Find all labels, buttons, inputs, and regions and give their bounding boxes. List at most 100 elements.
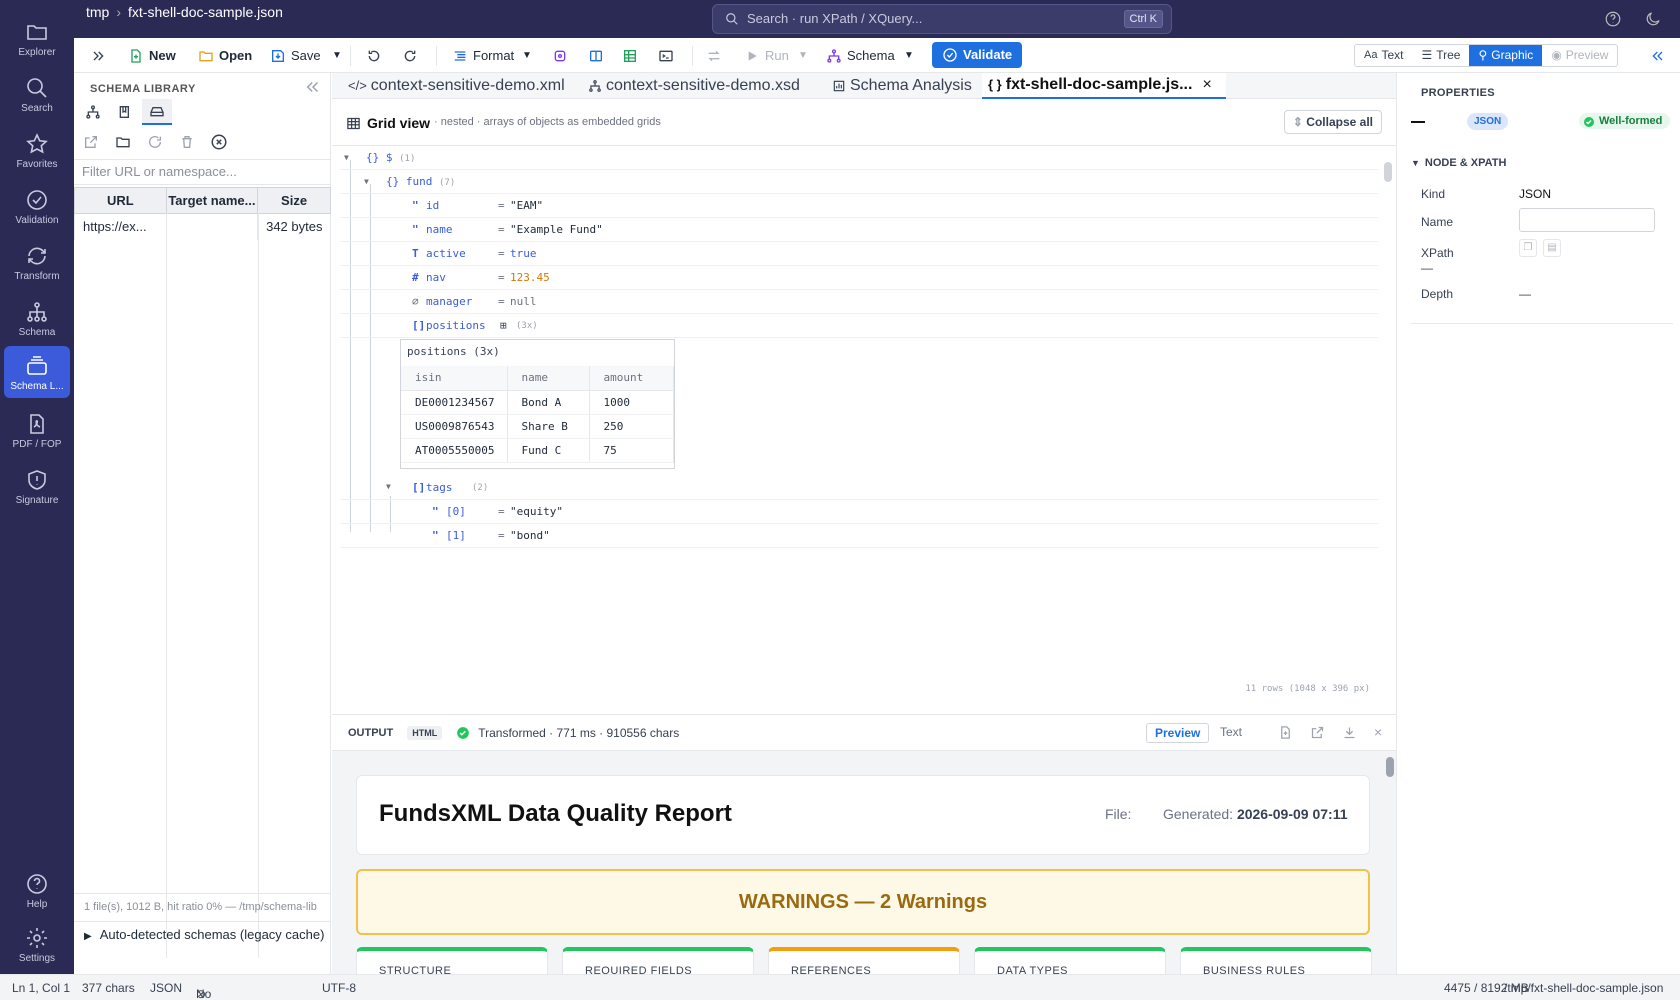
activity-sidebar: Explorer Search Favorites Validation Tra… <box>0 0 74 974</box>
plugin-button[interactable] <box>552 44 568 68</box>
table-row[interactable]: AT0005550005 Fund C 75 <box>401 438 674 463</box>
column-header-size[interactable]: Size <box>257 187 331 214</box>
sidebar-item-help[interactable]: Help <box>4 864 70 916</box>
output-text-button[interactable]: Text <box>1220 725 1242 739</box>
tree-row-tag-0[interactable]: " [0] = "equity" <box>340 500 1378 524</box>
column-header-name[interactable]: name <box>507 366 590 391</box>
open-external-button[interactable] <box>78 129 104 155</box>
undo-button[interactable] <box>366 44 382 68</box>
sidebar-item-label: Settings <box>18 953 56 964</box>
close-icon[interactable]: × <box>1374 724 1382 740</box>
schema-dropdown-button[interactable]: ▼ <box>904 44 914 68</box>
tree-row-name[interactable]: " name = "Example Fund" <box>340 218 1378 242</box>
node-xpath-section-toggle[interactable]: ▼ NODE & XPATH <box>1411 157 1506 169</box>
open-button[interactable]: Open <box>198 44 252 68</box>
tree-row-manager[interactable]: ∅ manager = null <box>340 290 1378 314</box>
library-tab-book[interactable] <box>110 99 140 125</box>
auto-detected-toggle[interactable]: ▶ Auto-detected schemas (legacy cache) <box>74 921 331 947</box>
sidebar-item-search[interactable]: Search <box>4 68 70 120</box>
redo-button[interactable] <box>402 44 418 68</box>
tree-row-tag-1[interactable]: " [1] = "bond" <box>340 524 1378 548</box>
tree-row-active[interactable]: T active = true <box>340 242 1378 266</box>
sidebar-item-validation[interactable]: Validation <box>4 180 70 232</box>
tab-context-sensitive-xsd[interactable]: context-sensitive-demo.xsd <box>582 73 806 99</box>
moon-icon[interactable] <box>1644 10 1662 28</box>
column-header-target[interactable]: Target name... <box>165 187 259 214</box>
view-preview-button[interactable]: ◉ Preview <box>1542 45 1617 66</box>
sidebar-item-favorites[interactable]: Favorites <box>4 124 70 176</box>
breadcrumb-root[interactable]: tmp <box>86 4 109 20</box>
sidebar-item-settings[interactable]: Settings <box>4 918 70 970</box>
tree-row-tags[interactable]: [] tags (2) ▼ <box>340 476 1378 500</box>
cursor-position[interactable]: Ln 1, Col 1 <box>12 981 70 995</box>
breadcrumb-file[interactable]: fxt-shell-doc-sample.json <box>128 4 283 20</box>
delete-button[interactable] <box>174 129 200 155</box>
save-label: Save <box>291 48 321 63</box>
save-dropdown-button[interactable]: ▼ <box>332 44 342 68</box>
column-header-url[interactable]: URL <box>74 187 167 214</box>
download-icon[interactable] <box>1342 725 1357 740</box>
column-header-isin[interactable]: isin <box>401 366 508 391</box>
double-chevron-left-icon[interactable] <box>304 78 322 96</box>
library-filter-input[interactable]: Filter URL or namespace... <box>74 159 331 185</box>
clear-button[interactable] <box>206 129 232 155</box>
tab-context-sensitive-xml[interactable]: </> context-sensitive-demo.xml <box>342 73 571 99</box>
terminal-button[interactable] <box>658 44 674 68</box>
sidebar-item-pdf[interactable]: PDF / FOP <box>4 404 70 456</box>
collapse-toggle[interactable]: ▼ <box>344 146 349 170</box>
table-row[interactable]: https://ex... 342 bytes <box>74 213 331 240</box>
sidebar-item-transform[interactable]: Transform <box>4 236 70 288</box>
split-view-button[interactable] <box>588 44 604 68</box>
collapse-toggle[interactable]: ▼ <box>386 482 391 492</box>
sidebar-item-explorer[interactable]: Explorer <box>4 12 70 64</box>
compare-button[interactable] <box>706 44 722 68</box>
open-folder-button[interactable] <box>110 129 136 155</box>
run-button[interactable]: Run <box>744 44 789 68</box>
tree-row-id[interactable]: " id = "EAM" <box>340 194 1378 218</box>
sidebar-item-signature[interactable]: Signature <box>4 460 70 512</box>
collapse-all-button[interactable]: ⇕ Collapse all <box>1283 110 1382 134</box>
language-mode[interactable]: JSON <box>150 981 182 995</box>
table-row[interactable]: US0009876543 Share B 250 <box>401 414 674 439</box>
library-tab-storage[interactable] <box>142 99 172 125</box>
output-preview-button[interactable]: Preview <box>1146 723 1210 743</box>
expand-sidebar-button[interactable] <box>90 44 106 68</box>
help-icon[interactable] <box>1604 10 1622 28</box>
tree-row-positions[interactable]: [] positions ⊞ (3x) <box>340 314 1378 338</box>
external-link-icon[interactable] <box>1310 725 1325 740</box>
collapse-panel-button[interactable] <box>1650 44 1666 68</box>
format-dropdown-button[interactable]: ▼ <box>522 44 532 68</box>
new-button[interactable]: New <box>128 44 176 68</box>
name-field[interactable] <box>1519 208 1655 232</box>
save-button[interactable]: Save <box>270 44 321 68</box>
grid-button[interactable] <box>622 44 638 68</box>
sidebar-item-schema-library[interactable]: Schema L... <box>4 346 70 398</box>
run-dropdown-button[interactable]: ▼ <box>798 44 808 68</box>
tree-row-fund[interactable]: ▼ {} fund (7) <box>340 170 1378 194</box>
tree-row-root[interactable]: ▼ {} $ (1) <box>340 146 1378 170</box>
refresh-button[interactable] <box>142 129 168 155</box>
tab-schema-analysis[interactable]: Schema Analysis <box>826 73 978 99</box>
view-graphic-button[interactable]: ⚲ Graphic <box>1469 45 1543 66</box>
view-text-button[interactable]: Aa Text <box>1355 45 1412 66</box>
grid-scrollbar[interactable] <box>1384 162 1392 182</box>
command-search[interactable]: Search · run XPath / XQuery... Ctrl K <box>712 4 1172 34</box>
collapse-toggle[interactable]: ▼ <box>364 170 369 194</box>
close-icon[interactable]: × <box>1202 72 1211 98</box>
tree-row-nav[interactable]: # nav = 123.45 <box>340 266 1378 290</box>
copy-icon[interactable]: ❐ <box>1519 239 1537 257</box>
clipboard-icon[interactable]: ▤ <box>1543 239 1561 257</box>
table-row[interactable]: DE0001234567 Bond A 1000 <box>401 390 674 415</box>
encoding[interactable]: UTF-8 <box>322 981 356 995</box>
table-icon[interactable]: ⊞ <box>500 314 507 338</box>
new-file-icon[interactable] <box>1278 725 1293 740</box>
view-tree-button[interactable]: ☰ Tree <box>1412 45 1469 66</box>
validate-button[interactable]: Validate <box>932 42 1023 68</box>
schema-button[interactable]: Schema <box>826 44 895 68</box>
format-button[interactable]: Format <box>452 44 514 68</box>
output-scrollbar[interactable] <box>1386 757 1394 777</box>
sidebar-item-schema[interactable]: Schema <box>4 292 70 344</box>
tab-fxt-shell-doc-sample[interactable]: { } fxt-shell-doc-sample.js... × <box>982 73 1226 99</box>
column-header-amount[interactable]: amount <box>589 366 674 391</box>
library-tab-tree[interactable] <box>78 99 108 125</box>
